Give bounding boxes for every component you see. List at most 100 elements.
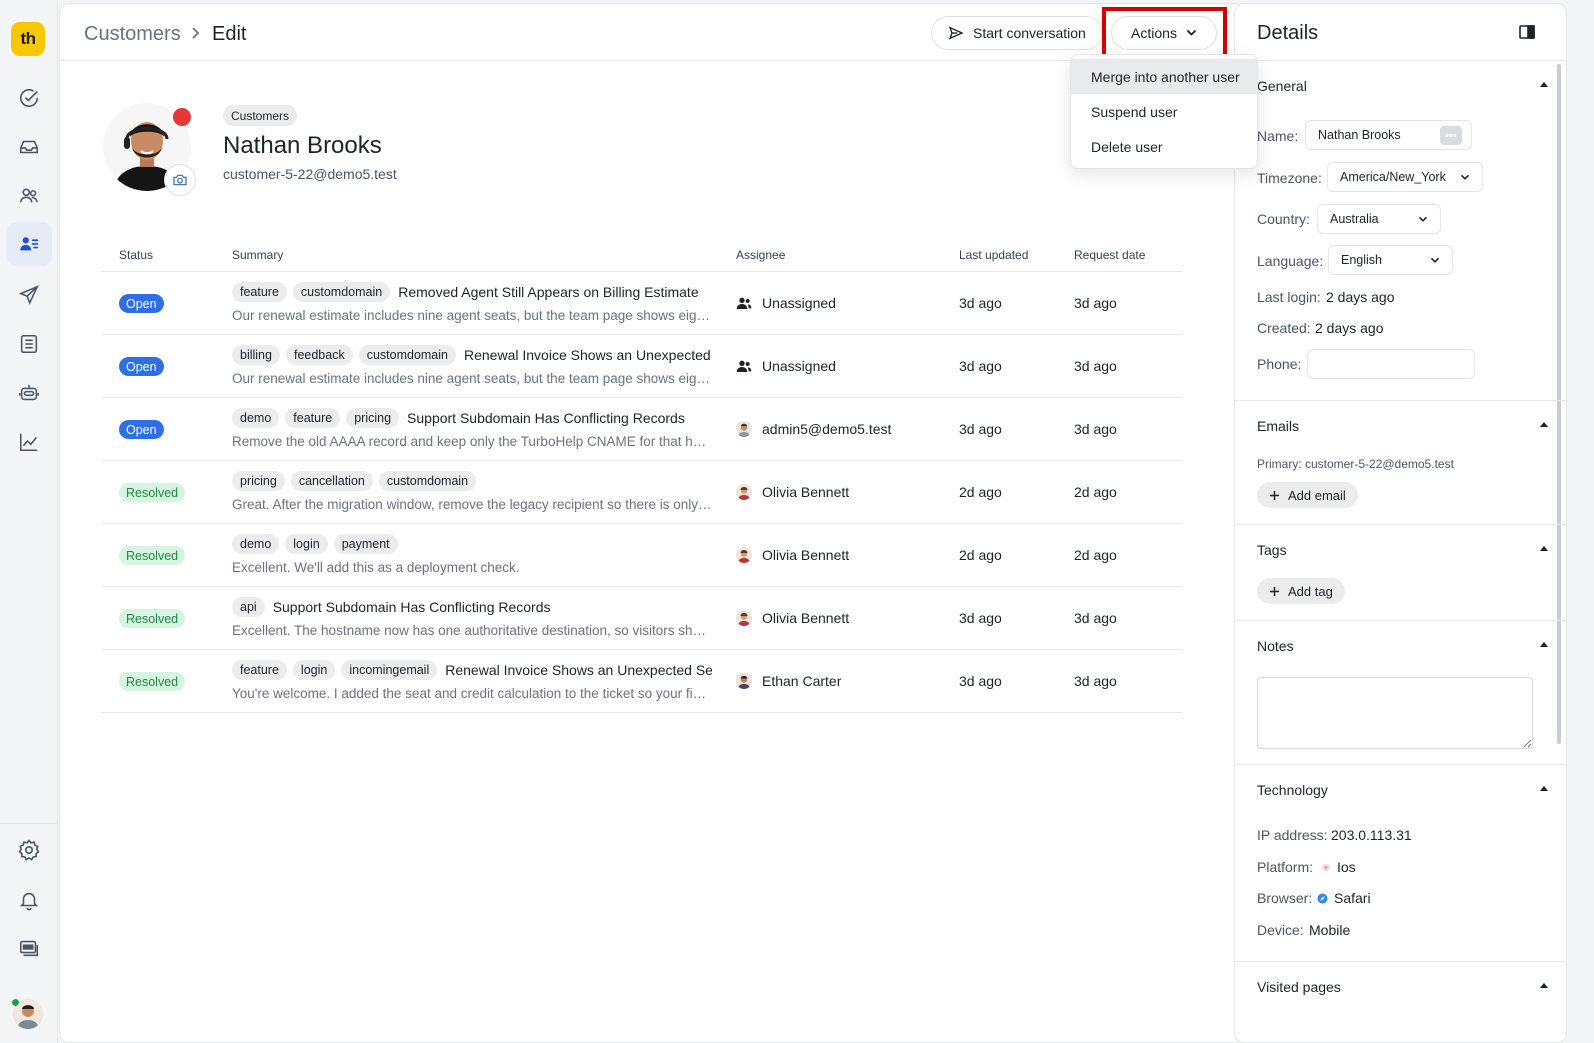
timezone-select[interactable]: America/New_York — [1327, 162, 1483, 192]
table-row[interactable]: Resolved feature login incomingemail Ren… — [102, 650, 1182, 713]
tag-chip: customdomain — [292, 282, 391, 302]
name-field[interactable]: Nathan Brooks ••• — [1305, 120, 1472, 150]
header-assignee[interactable]: Assignee — [736, 248, 785, 262]
details-panel: Details General Name: Nathan Brooks ••• … — [1234, 3, 1567, 1043]
campaigns-nav-button[interactable] — [6, 273, 52, 317]
tag-chip: demo — [232, 534, 280, 554]
assignee-name: admin5@demo5.test — [762, 421, 892, 437]
apple-icon — [1322, 863, 1330, 872]
conversation-preview: Remove the old AAAA record and keep only… — [232, 434, 712, 449]
tag-chip: pricing — [346, 408, 400, 428]
add-email-button[interactable]: Add email — [1257, 482, 1358, 508]
header-last-updated[interactable]: Last updated — [959, 248, 1028, 262]
notes-section-title[interactable]: Notes — [1257, 638, 1294, 654]
header-summary[interactable]: Summary — [232, 248, 283, 262]
table-row[interactable]: Open demo feature pricing Support Subdom… — [102, 398, 1182, 461]
last-login-value: 2 days ago — [1326, 289, 1395, 305]
customer-type-chip: Customers — [223, 105, 298, 126]
app-logo[interactable]: th — [11, 22, 45, 56]
tag-chip: feature — [232, 282, 287, 302]
tags-section-title[interactable]: Tags — [1257, 542, 1287, 558]
assignee-name: Olivia Bennett — [762, 610, 850, 626]
table-row[interactable]: Resolved demo login payment Excellent. W… — [102, 524, 1182, 587]
chart-icon — [19, 433, 38, 452]
header-request-date[interactable]: Request date — [1074, 248, 1145, 262]
reports-nav-button[interactable] — [6, 322, 52, 366]
status-badge: Open — [119, 420, 164, 439]
add-tag-button[interactable]: Add tag — [1257, 578, 1345, 604]
table-row[interactable]: Open feature customdomain Removed Agent … — [102, 272, 1182, 335]
details-scrollbar[interactable] — [1557, 64, 1561, 744]
technology-section-title[interactable]: Technology — [1257, 782, 1328, 798]
general-section-title[interactable]: General — [1257, 78, 1307, 94]
tag-chip: customdomain — [378, 471, 477, 491]
unassigned-icon — [736, 360, 752, 372]
more-icon[interactable]: ••• — [1440, 126, 1462, 145]
nav-rail: th — [0, 0, 58, 1043]
collapse-icon[interactable] — [1539, 640, 1549, 648]
team-nav-button[interactable] — [6, 174, 52, 218]
summary-line: demo feature pricing Support Subdomain H… — [232, 407, 712, 429]
visited-pages-section-title[interactable]: Visited pages — [1257, 979, 1341, 995]
suspend-user-menu-item[interactable]: Suspend user — [1071, 94, 1257, 129]
actions-highlight-box — [1102, 7, 1227, 59]
header-status[interactable]: Status — [119, 248, 153, 262]
collapse-icon[interactable] — [1539, 420, 1549, 428]
inbox-nav-button[interactable] — [6, 125, 52, 169]
table-row[interactable]: Open billing feedback customdomain Renew… — [102, 335, 1182, 398]
top-bar: Customers Edit Start conversation Action… — [60, 4, 1244, 61]
billing-nav-button[interactable] — [6, 926, 52, 970]
delete-user-menu-item[interactable]: Delete user — [1071, 129, 1257, 164]
assignee-cell: Olivia Bennett — [736, 484, 849, 500]
breadcrumb-customers[interactable]: Customers — [84, 23, 181, 46]
conversation-preview: Our renewal estimate includes nine agent… — [232, 371, 712, 386]
chevron-down-icon — [1418, 216, 1428, 222]
breadcrumb-current: Edit — [212, 23, 247, 45]
customers-nav-button[interactable] — [6, 222, 52, 266]
send-icon — [18, 285, 39, 305]
conversation-preview: Great. After the migration window, remov… — [232, 497, 712, 512]
notes-textarea[interactable] — [1257, 677, 1533, 749]
collapse-icon[interactable] — [1539, 981, 1549, 989]
collapse-icon[interactable] — [1539, 784, 1549, 792]
tag-chip: feedback — [285, 345, 353, 365]
last-updated: 3d ago — [959, 673, 1002, 689]
camera-icon — [173, 174, 187, 186]
panel-toggle-icon[interactable] — [1519, 25, 1535, 39]
analytics-nav-button[interactable] — [6, 420, 52, 464]
browser-value: Safari — [1334, 890, 1371, 906]
merge-user-menu-item[interactable]: Merge into another user — [1071, 59, 1257, 94]
section-divider — [1235, 620, 1566, 621]
settings-nav-button[interactable] — [6, 828, 52, 872]
table-row[interactable]: Resolved pricing cancellation customdoma… — [102, 461, 1182, 524]
assignee-name: Ethan Carter — [762, 673, 842, 689]
bot-nav-button[interactable] — [6, 371, 52, 415]
assignee-avatar — [736, 421, 752, 437]
language-select[interactable]: English — [1328, 245, 1453, 275]
status-badge: Resolved — [119, 672, 186, 691]
collapse-icon[interactable] — [1539, 80, 1549, 88]
assignee-cell: Ethan Carter — [736, 673, 841, 689]
conversation-preview: Our renewal estimate includes nine agent… — [232, 308, 712, 323]
phone-field[interactable] — [1307, 349, 1475, 379]
bell-icon — [19, 892, 39, 911]
tag-chip: feature — [285, 408, 341, 428]
country-select[interactable]: Australia — [1317, 204, 1441, 234]
request-date: 2d ago — [1074, 547, 1117, 563]
collapse-icon[interactable] — [1539, 544, 1549, 552]
customers-icon — [20, 237, 39, 251]
table-row[interactable]: Resolved api Support Subdomain Has Confl… — [102, 587, 1182, 650]
emails-section-title[interactable]: Emails — [1257, 418, 1299, 434]
last-updated: 2d ago — [959, 484, 1002, 500]
summary-line: demo login payment — [232, 533, 712, 555]
tasks-nav-button[interactable] — [6, 76, 52, 120]
summary-line: feature customdomain Removed Agent Still… — [232, 281, 712, 303]
conversation-subject: Removed Agent Still Appears on Billing E… — [398, 284, 699, 300]
summary-line: feature login incomingemail Renewal Invo… — [232, 659, 712, 681]
platform-field: Ios — [1321, 859, 1356, 875]
change-photo-button[interactable] — [164, 164, 196, 196]
status-badge: Resolved — [119, 609, 186, 628]
start-conversation-button[interactable]: Start conversation — [931, 16, 1103, 50]
notifications-nav-button[interactable] — [6, 878, 52, 922]
assignee-cell: Olivia Bennett — [736, 547, 849, 563]
